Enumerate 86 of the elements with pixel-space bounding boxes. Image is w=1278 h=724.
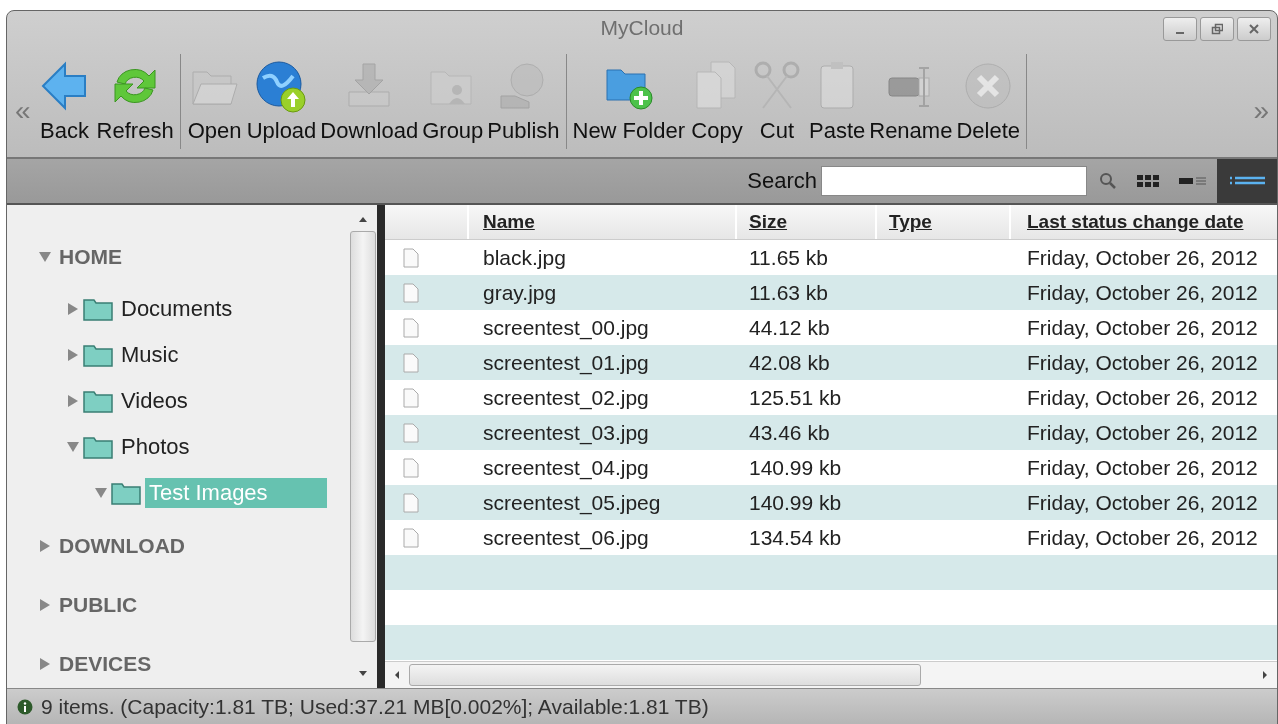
table-cell: 140.99 kb: [749, 490, 842, 514]
window-title: MyCloud: [600, 16, 684, 40]
table-cell: screentest_01.jpg: [483, 350, 649, 374]
file-icon: [403, 317, 419, 338]
folder-icon: [83, 343, 113, 367]
minimize-icon: [1176, 32, 1184, 34]
column-header[interactable]: Type: [889, 211, 932, 233]
scroll-right-icon[interactable]: [1261, 670, 1269, 680]
table-cell: 43.46 kb: [749, 420, 830, 444]
toolbar-button[interactable]: Upload: [244, 58, 319, 144]
table-cell: black.jpg: [483, 245, 566, 269]
table-cell: 140.99 kb: [749, 455, 842, 479]
collapsed-arrow-icon[interactable]: [67, 303, 79, 315]
file-icon: [403, 282, 419, 303]
list-view-button[interactable]: [1217, 159, 1277, 203]
file-icon: [403, 492, 419, 513]
file-icon: [403, 352, 419, 373]
table-cell: 44.12 kb: [749, 315, 830, 339]
tree-item[interactable]: DOWNLOAD: [55, 531, 189, 560]
table-cell: 42.08 kb: [749, 350, 830, 374]
restore-icon: [1211, 23, 1223, 35]
tree-item[interactable]: Videos: [117, 386, 192, 416]
file-icon: [403, 387, 419, 408]
table-cell: 125.51 kb: [749, 385, 842, 409]
table-cell: screentest_06.jpg: [483, 525, 649, 549]
folder-icon: [111, 481, 141, 505]
table-cell: Friday, October 26, 2012: [1027, 245, 1258, 269]
table-cell: Friday, October 26, 2012: [1027, 315, 1258, 339]
folder-icon: [83, 435, 113, 459]
expanded-arrow-icon[interactable]: [95, 487, 107, 499]
collapsed-arrow-icon[interactable]: [67, 395, 79, 407]
table-cell: screentest_04.jpg: [483, 455, 649, 479]
restore-button[interactable]: [1200, 17, 1234, 41]
table-cell: Friday, October 26, 2012: [1027, 385, 1258, 409]
file-icon: [403, 247, 419, 268]
scroll-left-icon[interactable]: [393, 670, 401, 680]
search-label: Search: [747, 168, 817, 194]
table-cell: Friday, October 26, 2012: [1027, 455, 1258, 479]
column-header[interactable]: Name: [483, 211, 535, 233]
toolbar-button[interactable]: Refresh: [94, 58, 176, 144]
table-cell: screentest_03.jpg: [483, 420, 649, 444]
table-cell: Friday, October 26, 2012: [1027, 525, 1258, 549]
tree-item[interactable]: Documents: [117, 294, 237, 324]
toolbar-button[interactable]: Back: [34, 58, 95, 144]
close-button[interactable]: [1237, 17, 1271, 41]
table-cell: Friday, October 26, 2012: [1027, 420, 1258, 444]
info-icon: [17, 699, 33, 715]
column-header[interactable]: Last status change date: [1027, 211, 1244, 233]
table-cell: 134.54 kb: [749, 525, 842, 549]
tree-item[interactable]: HOME: [55, 242, 126, 271]
file-icon: [403, 422, 419, 443]
table-cell: 11.63 kb: [749, 280, 828, 304]
tree-item[interactable]: DEVICES: [55, 649, 156, 678]
expanded-arrow-icon[interactable]: [39, 250, 51, 263]
search-icon: [1099, 172, 1117, 190]
minimize-button[interactable]: [1163, 17, 1197, 41]
grid-icon: [1137, 173, 1159, 189]
splitter-handle[interactable]: [377, 205, 385, 688]
folder-icon: [83, 389, 113, 413]
table-cell: screentest_00.jpg: [483, 315, 649, 339]
expanded-arrow-icon[interactable]: [67, 441, 79, 453]
collapsed-arrow-icon[interactable]: [67, 349, 79, 361]
status-text: 9 items. (Capacity:1.81 TB; Used:37.21 MB[0.002%]; Available:1.81 TB): [41, 695, 709, 719]
file-icon: [403, 457, 419, 478]
table-cell: Friday, October 26, 2012: [1027, 280, 1258, 304]
table-cell: gray.jpg: [483, 280, 557, 304]
toolbar-button[interactable]: New Folder: [570, 58, 687, 144]
collapsed-arrow-icon[interactable]: [39, 657, 51, 670]
table-cell: screentest_02.jpg: [483, 385, 649, 409]
table-cell: Friday, October 26, 2012: [1027, 490, 1258, 514]
scroll-up-icon[interactable]: [358, 215, 368, 223]
file-icon: [403, 527, 419, 548]
tree-item[interactable]: Music: [117, 340, 183, 370]
horizontal-scrollbar[interactable]: [385, 661, 1277, 688]
column-header[interactable]: Size: [749, 211, 788, 233]
collapsed-arrow-icon[interactable]: [39, 539, 51, 552]
close-icon: [1248, 23, 1260, 35]
scroll-down-icon[interactable]: [358, 670, 368, 678]
table-cell: screentest_05.jpeg: [483, 490, 661, 514]
tree-item[interactable]: Photos: [117, 432, 194, 462]
tree-item[interactable]: PUBLIC: [55, 590, 142, 619]
folder-icon: [83, 297, 113, 321]
search-field[interactable]: [821, 166, 1087, 196]
table-cell: 11.65 kb: [749, 245, 828, 269]
collapsed-arrow-icon[interactable]: [39, 598, 51, 611]
table-cell: Friday, October 26, 2012: [1027, 350, 1258, 374]
